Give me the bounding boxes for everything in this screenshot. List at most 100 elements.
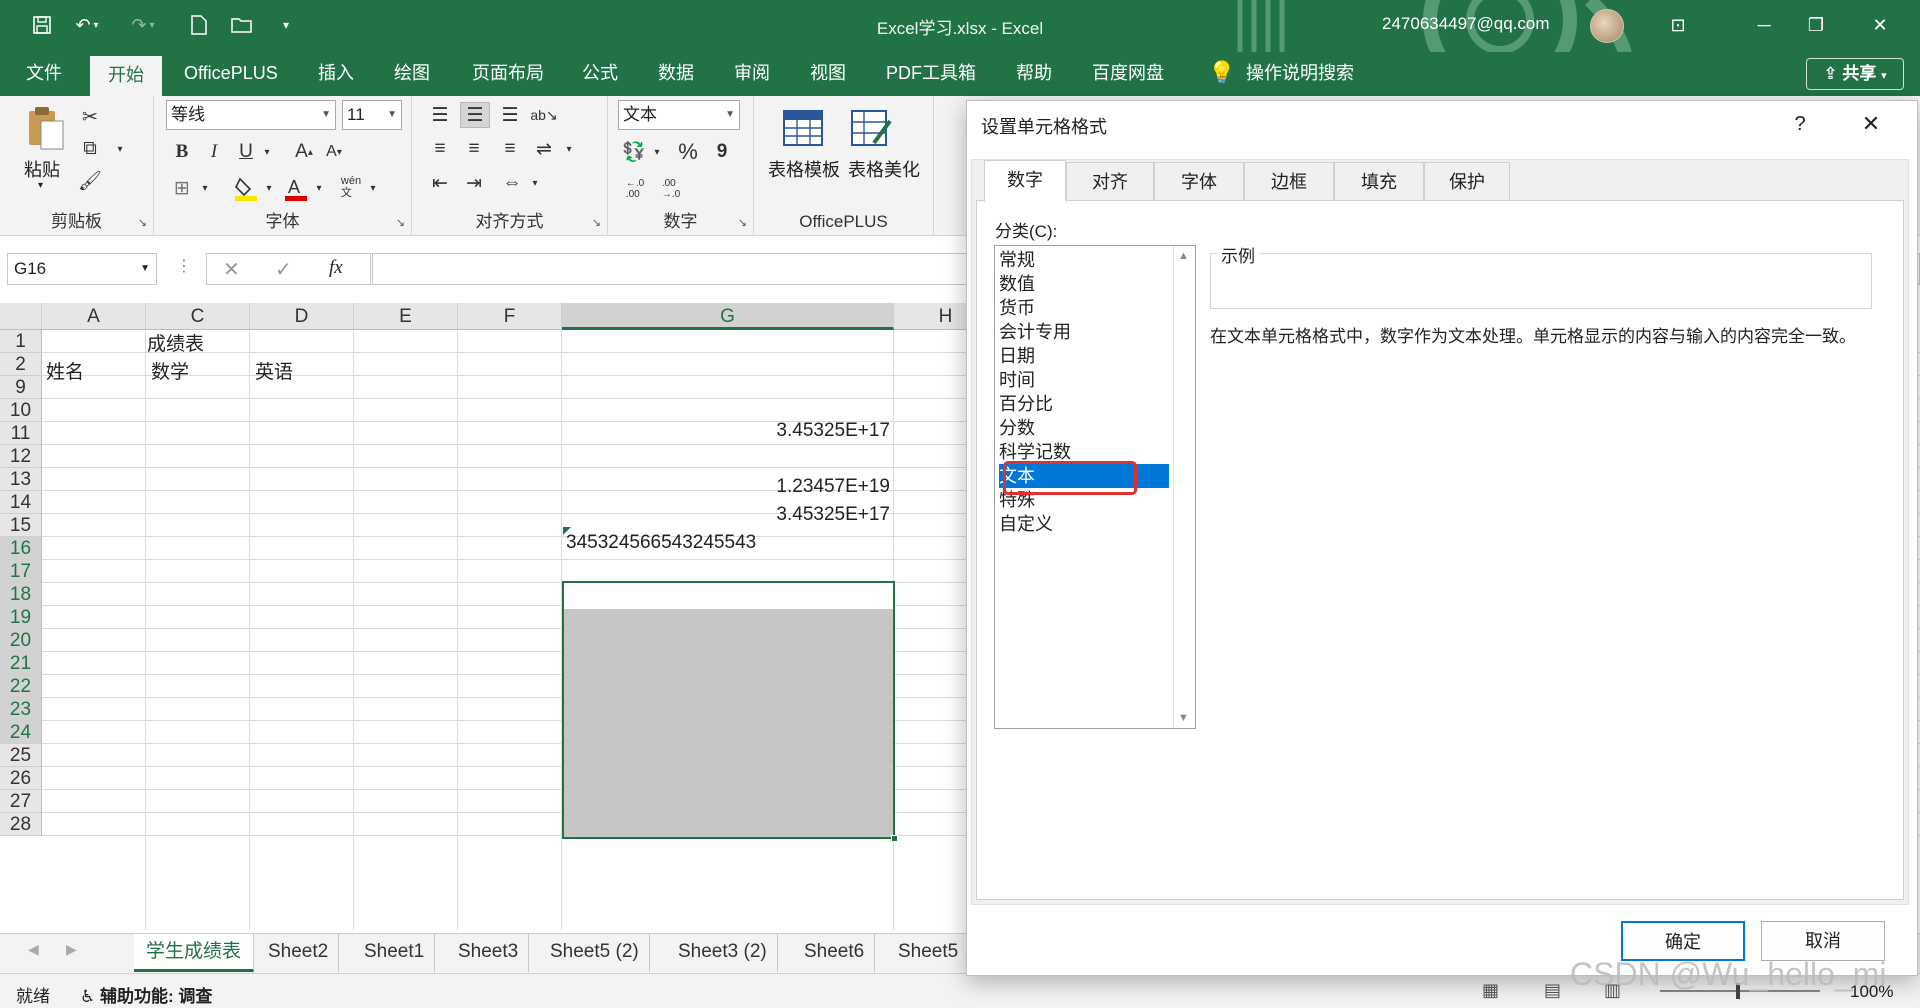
category-list[interactable]: 常规 数值 货币 会计专用 日期 时间 百分比 分数 科学记数 文本 特殊 自定… <box>994 245 1196 729</box>
dialog-launcher-icon[interactable]: ↘ <box>396 216 405 229</box>
cancel-button[interactable]: 取消 <box>1761 921 1885 961</box>
row-header[interactable]: 17 <box>0 560 42 583</box>
sheet-tab-6[interactable]: Sheet3 (2) <box>668 934 778 972</box>
sheet-tab-2[interactable]: Sheet2 <box>258 934 340 972</box>
category-item[interactable]: 百分比 <box>999 392 1169 416</box>
sheet-tab-4[interactable]: Sheet3 <box>448 934 530 972</box>
dialog-launcher-icon[interactable]: ↘ <box>138 216 147 229</box>
dialog-tab-border[interactable]: 边框 <box>1244 162 1334 200</box>
tab-officeplus[interactable]: OfficePLUS <box>180 52 282 96</box>
cancel-formula-icon[interactable]: ✕ <box>223 257 240 282</box>
dialog-tab-fill[interactable]: 填充 <box>1334 162 1424 200</box>
column-header[interactable]: G <box>562 303 894 330</box>
category-item[interactable]: 日期 <box>999 344 1169 368</box>
column-header[interactable]: D <box>250 303 354 330</box>
column-header[interactable]: E <box>354 303 458 330</box>
confirm-formula-icon[interactable]: ✓ <box>275 257 292 282</box>
row-header[interactable]: 15 <box>0 514 42 537</box>
more-options-icon[interactable]: ⋮ <box>176 256 192 276</box>
column-header[interactable]: A <box>42 303 146 330</box>
help-button[interactable]: ? <box>1785 109 1815 139</box>
cell-d2[interactable]: 英语 <box>255 362 293 384</box>
row-header[interactable]: 27 <box>0 790 42 813</box>
row-header[interactable]: 11 <box>0 422 42 445</box>
fill-color-dropdown-icon[interactable]: ▾ <box>262 176 276 200</box>
sheet-tab-7[interactable]: Sheet6 <box>794 934 876 972</box>
category-item[interactable]: 数值 <box>999 272 1169 296</box>
underline-dropdown-icon[interactable]: ▾ <box>260 140 274 164</box>
table-template-label[interactable]: 表格模板 <box>768 156 840 182</box>
close-window-icon[interactable]: ✕ <box>1860 10 1900 40</box>
fill-handle[interactable] <box>891 835 898 842</box>
row-header[interactable]: 18 <box>0 583 42 606</box>
row-header[interactable]: 14 <box>0 491 42 514</box>
row-header[interactable]: 25 <box>0 744 42 767</box>
comma-style-button[interactable]: 9 <box>708 138 736 166</box>
middle-align-icon[interactable]: ☰ <box>460 102 490 128</box>
cell-c2[interactable]: 数学 <box>151 362 189 384</box>
bottom-align-icon[interactable]: ☰ <box>496 102 524 128</box>
row-header[interactable]: 1 <box>0 330 42 353</box>
scroll-right-icon[interactable]: ▶ <box>66 941 77 958</box>
minimize-icon[interactable]: ─ <box>1744 10 1784 40</box>
new-file-icon[interactable] <box>186 12 212 38</box>
wrap-text-icon[interactable]: ⇌ <box>530 136 558 162</box>
tell-me-search[interactable]: 操作说明搜索 <box>1242 52 1358 96</box>
column-header[interactable]: C <box>146 303 250 330</box>
tab-pdf-tools[interactable]: PDF工具箱 <box>882 52 980 96</box>
category-item[interactable]: 分数 <box>999 416 1169 440</box>
dialog-launcher-icon[interactable]: ↘ <box>738 216 747 229</box>
borders-icon[interactable]: ⊞ <box>168 174 196 202</box>
open-folder-icon[interactable] <box>228 12 256 38</box>
share-button[interactable]: ⇪ 共享 ▾ <box>1806 58 1904 90</box>
tab-insert[interactable]: 插入 <box>314 52 358 96</box>
table-beautify-label[interactable]: 表格美化 <box>848 156 920 182</box>
sheet-tab-8[interactable]: Sheet5 <box>888 934 970 972</box>
cell-g10[interactable]: 3.45325E+17 <box>562 420 890 442</box>
phonetic-guide-icon[interactable]: wén 文 <box>336 170 366 204</box>
row-header[interactable]: 19 <box>0 606 42 629</box>
increase-font-icon[interactable]: A ▴ <box>290 138 318 166</box>
name-box[interactable]: G16 ▼ <box>7 253 157 285</box>
row-header[interactable]: 13 <box>0 468 42 491</box>
cell-c1[interactable]: 成绩表 <box>147 334 204 356</box>
selected-range[interactable] <box>562 581 898 842</box>
copy-dropdown-icon[interactable]: ▾ <box>112 138 128 160</box>
account-email[interactable]: 2470634497@qq.com <box>1382 14 1550 34</box>
row-header[interactable]: 24 <box>0 721 42 744</box>
page-layout-view-icon[interactable]: ▤ <box>1544 980 1561 1001</box>
cut-icon[interactable]: ✂ <box>76 104 104 130</box>
tab-formulas[interactable]: 公式 <box>578 52 622 96</box>
tab-home[interactable]: 开始 <box>90 56 162 96</box>
row-header[interactable]: 21 <box>0 652 42 675</box>
select-all-corner[interactable] <box>0 303 42 330</box>
orientation-icon[interactable]: ab↘ <box>530 102 558 128</box>
dialog-tab-protection[interactable]: 保护 <box>1424 162 1510 200</box>
percent-button[interactable]: % <box>674 138 702 166</box>
wrap-dropdown-icon[interactable]: ▾ <box>562 138 576 160</box>
cell-g14[interactable]: 345324566543245543 <box>566 532 756 554</box>
tab-help[interactable]: 帮助 <box>1012 52 1056 96</box>
dialog-tab-alignment[interactable]: 对齐 <box>1066 162 1154 200</box>
increase-indent-icon[interactable]: ⇥ <box>460 170 488 196</box>
decrease-decimal-icon[interactable]: .00 →.0 <box>656 174 686 204</box>
tab-baidu-netdisk[interactable]: 百度网盘 <box>1088 52 1168 96</box>
font-size-combo[interactable]: 11 ▼ <box>342 100 402 130</box>
close-dialog-icon[interactable]: ✕ <box>1851 109 1891 139</box>
sheet-tab-5[interactable]: Sheet5 (2) <box>540 934 650 972</box>
format-painter-icon[interactable]: 🖌 <box>76 168 104 194</box>
redo-icon[interactable]: ↷ ▾ <box>126 12 160 38</box>
row-header[interactable]: 26 <box>0 767 42 790</box>
ok-button[interactable]: 确定 <box>1621 921 1745 961</box>
row-header[interactable]: 2 <box>0 353 42 376</box>
tab-page-layout[interactable]: 页面布局 <box>468 52 548 96</box>
currency-dropdown-icon[interactable]: ▾ <box>650 140 664 164</box>
tab-review[interactable]: 审阅 <box>730 52 774 96</box>
merge-center-icon[interactable]: ⇔ <box>498 170 526 196</box>
ribbon-display-options-icon[interactable]: ⊡ <box>1658 10 1698 40</box>
scroll-up-icon[interactable]: ▲ <box>1178 250 1189 262</box>
top-align-icon[interactable]: ☰ <box>426 102 454 128</box>
row-header[interactable]: 9 <box>0 376 42 399</box>
cell-a2[interactable]: 姓名 <box>46 362 84 384</box>
undo-icon[interactable]: ↶ ▾ <box>70 12 104 38</box>
